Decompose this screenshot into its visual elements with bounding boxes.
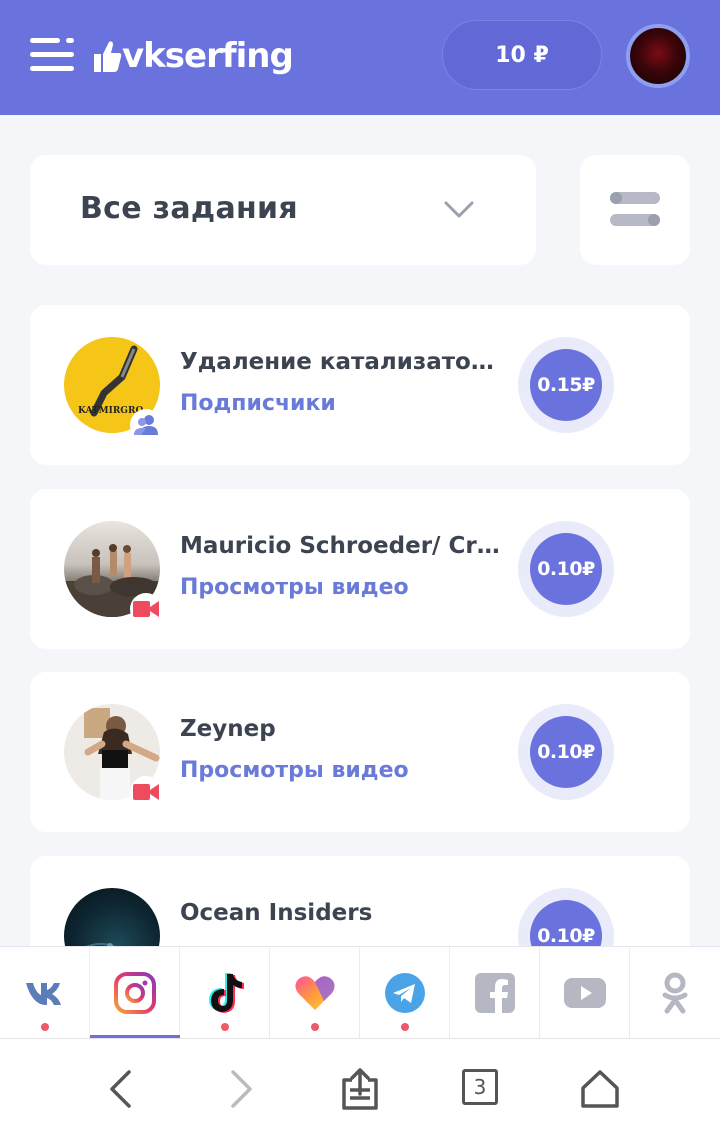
task-title: Zeynep (180, 716, 276, 742)
task-type: Просмотры видео (180, 575, 409, 600)
youtube-icon (563, 978, 606, 1008)
tab-tiktok[interactable] (180, 947, 270, 1039)
back-button[interactable] (98, 1067, 142, 1111)
notification-dot (221, 1023, 229, 1031)
filter-settings-button[interactable] (580, 155, 690, 265)
odnoklassniki-icon (662, 972, 688, 1014)
task-card[interactable]: Mauricio Schroeder/ Cre... Просмотры вид… (30, 489, 690, 649)
home-icon (581, 1070, 619, 1108)
video-camera-icon (130, 593, 162, 625)
task-card[interactable]: KATMIRGRO Удаление катализаторо.. Подпис… (30, 305, 690, 465)
telegram-icon (384, 973, 425, 1013)
chevron-down-icon (444, 201, 474, 218)
tabs-button[interactable]: 3 (462, 1069, 498, 1105)
task-price: 0.10₽ (530, 716, 602, 788)
user-avatar[interactable] (626, 24, 690, 88)
task-type: Просмотры видео (180, 758, 409, 783)
likee-icon (294, 976, 335, 1010)
home-button[interactable] (578, 1067, 622, 1111)
video-camera-icon (130, 776, 162, 808)
facebook-icon (474, 973, 515, 1013)
instagram-icon (113, 972, 156, 1014)
share-button[interactable] (338, 1067, 382, 1111)
tab-likee[interactable] (270, 947, 360, 1039)
filter-selected-label: Все задания (80, 191, 298, 226)
toggle-settings-icon (610, 192, 660, 226)
tab-instagram[interactable] (90, 947, 180, 1039)
thumbs-up-icon (94, 41, 122, 72)
tiktok-icon (208, 973, 244, 1013)
task-card[interactable]: Zeynep Просмотры видео 0.10₽ (30, 672, 690, 832)
users-icon (130, 409, 162, 441)
task-price: 0.10₽ (530, 533, 602, 605)
logo-text: vkserfing (122, 36, 294, 76)
tab-telegram[interactable] (360, 947, 450, 1039)
task-price-badge[interactable]: 0.10₽ (518, 704, 614, 800)
app-header: vkserfing 10 ₽ (0, 0, 720, 115)
task-title: Mauricio Schroeder/ Cre... (180, 533, 500, 559)
notification-dot (41, 1023, 49, 1031)
browser-toolbar: 3 (0, 1038, 720, 1134)
forward-button[interactable] (220, 1067, 264, 1111)
tab-youtube[interactable] (540, 947, 630, 1039)
tab-odnoklassniki[interactable] (630, 947, 720, 1039)
tab-vk[interactable] (0, 947, 90, 1039)
task-price: 0.15₽ (530, 349, 602, 421)
task-price-badge[interactable]: 0.10₽ (518, 521, 614, 617)
tab-facebook[interactable] (450, 947, 540, 1039)
task-title: Ocean Insiders (180, 900, 373, 926)
share-icon (342, 1068, 378, 1110)
task-price-badge[interactable]: 0.15₽ (518, 337, 614, 433)
notification-dot (401, 1023, 409, 1031)
chevron-left-icon (110, 1070, 131, 1108)
logo[interactable]: vkserfing (92, 32, 294, 80)
task-filter-dropdown[interactable]: Все задания (30, 155, 536, 265)
vk-icon (25, 983, 61, 1005)
chevron-right-icon (231, 1070, 252, 1108)
task-title: Удаление катализаторо.. (180, 349, 500, 375)
task-type: Подписчики (180, 391, 336, 416)
balance-button[interactable]: 10 ₽ (442, 20, 602, 90)
hamburger-menu-icon[interactable] (30, 38, 74, 74)
social-network-tabs (0, 946, 720, 1039)
notification-dot (311, 1023, 319, 1031)
